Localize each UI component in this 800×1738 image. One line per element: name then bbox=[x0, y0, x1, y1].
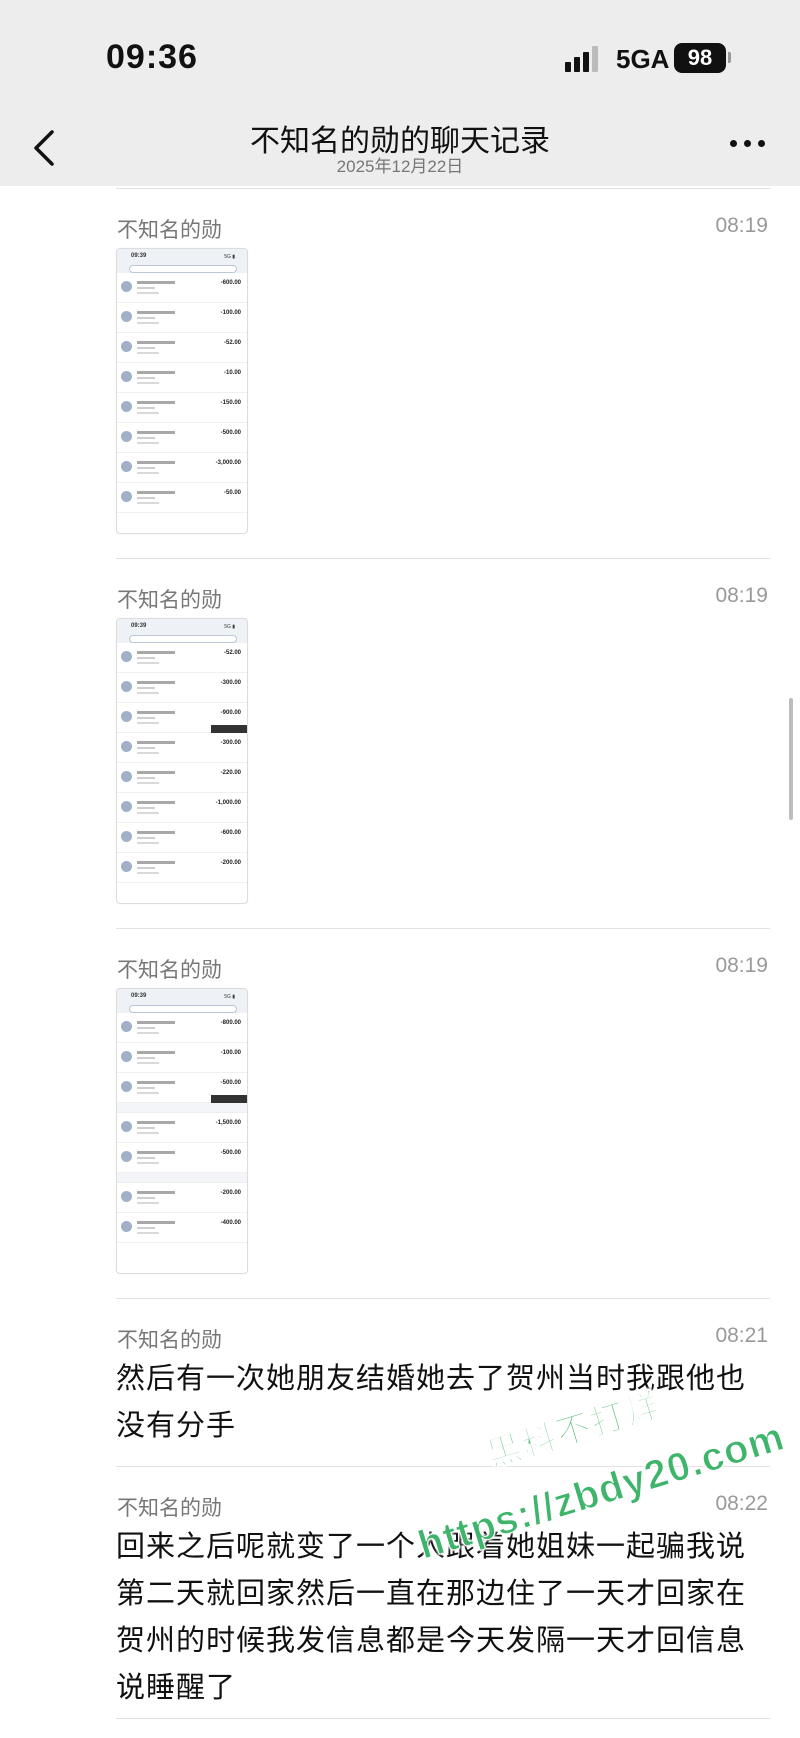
thumb-amount: -300.00 bbox=[220, 680, 241, 686]
message-text: 然后有一次她朋友结婚她去了贺州当时我跟他也没有分手 bbox=[116, 1363, 747, 1442]
divider bbox=[116, 1298, 770, 1299]
message-time: 08:19 bbox=[715, 214, 768, 237]
thumb-amount: -100.00 bbox=[220, 310, 241, 316]
thumb-amount: -600.00 bbox=[220, 830, 241, 836]
thumb-amount: -52.00 bbox=[223, 650, 241, 656]
thumb-amount: -800.00 bbox=[220, 1020, 241, 1026]
message-sender: 不知名的勋 bbox=[117, 959, 222, 982]
divider bbox=[116, 188, 770, 189]
battery-tip bbox=[728, 52, 731, 63]
message-sender: 不知名的勋 bbox=[117, 589, 222, 612]
nav-bar: 不知名的勋的聊天记录 2025年12月22日 bbox=[0, 110, 800, 186]
thumb-amount: -500.00 bbox=[220, 1150, 241, 1156]
thumb-amount: -400.00 bbox=[220, 1220, 241, 1226]
scroll-indicator[interactable] bbox=[789, 698, 793, 820]
more-dots-icon[interactable] bbox=[730, 140, 770, 152]
message-sender: 不知名的勋 bbox=[117, 1497, 222, 1520]
thumb-amount: -900.00 bbox=[220, 710, 241, 716]
thumb-amount: -50.00 bbox=[223, 490, 241, 496]
message-sender: 不知名的勋 bbox=[117, 1329, 222, 1352]
chat-record-date: 2025年12月22日 bbox=[336, 157, 464, 176]
network-type: 5GA bbox=[616, 44, 670, 74]
thumb-amount: -10.00 bbox=[223, 370, 241, 376]
message-sender: 不知名的勋 bbox=[117, 219, 222, 242]
thumb-amount: -3,000.00 bbox=[215, 460, 241, 466]
signal-icon bbox=[565, 44, 605, 72]
thumb-amount: -200.00 bbox=[220, 860, 241, 866]
message-time: 08:19 bbox=[715, 584, 768, 607]
divider bbox=[116, 558, 770, 559]
status-time: 09:36 bbox=[106, 38, 198, 76]
thumb-amount: -52.00 bbox=[223, 340, 241, 346]
message-text: 回来之后呢就变了一个人跟着她姐妹一起骗我说第二天就回家然后一直在那边住了一天才回… bbox=[116, 1531, 747, 1704]
thumb-amount: -300.00 bbox=[220, 740, 241, 746]
thumb-amount: -500.00 bbox=[220, 430, 241, 436]
thumb-amount: -100.00 bbox=[220, 1050, 241, 1056]
image-thumbnail[interactable]: 09:39 5G ▮ -800.00 -100.00 -500.00 -1,500… bbox=[116, 988, 248, 1274]
thumb-amount: -1,500.00 bbox=[215, 1120, 241, 1126]
divider bbox=[116, 928, 770, 929]
message-time: 08:19 bbox=[715, 954, 768, 977]
divider bbox=[116, 1718, 770, 1719]
message-time: 08:22 bbox=[715, 1492, 768, 1515]
message-time: 08:21 bbox=[715, 1324, 768, 1347]
thumb-amount: -200.00 bbox=[220, 1190, 241, 1196]
image-thumbnail[interactable]: 09:39 5G ▮ -52.00 -300.00 -900.00 -300.00… bbox=[116, 618, 248, 904]
thumb-amount: -1,000.00 bbox=[215, 800, 241, 806]
thumb-amount: -500.00 bbox=[220, 1080, 241, 1086]
thumb-amount: -150.00 bbox=[220, 400, 241, 406]
thumb-amount: -220.00 bbox=[220, 770, 241, 776]
status-bar: 09:36 5GA 98 bbox=[0, 0, 800, 110]
divider bbox=[116, 1466, 770, 1467]
thumb-amount: -600.00 bbox=[220, 280, 241, 286]
image-thumbnail[interactable]: 09:39 5G ▮ -600.00 -100.00 -52.00 -10.00 … bbox=[116, 248, 248, 534]
battery-icon: 98 bbox=[674, 43, 726, 73]
